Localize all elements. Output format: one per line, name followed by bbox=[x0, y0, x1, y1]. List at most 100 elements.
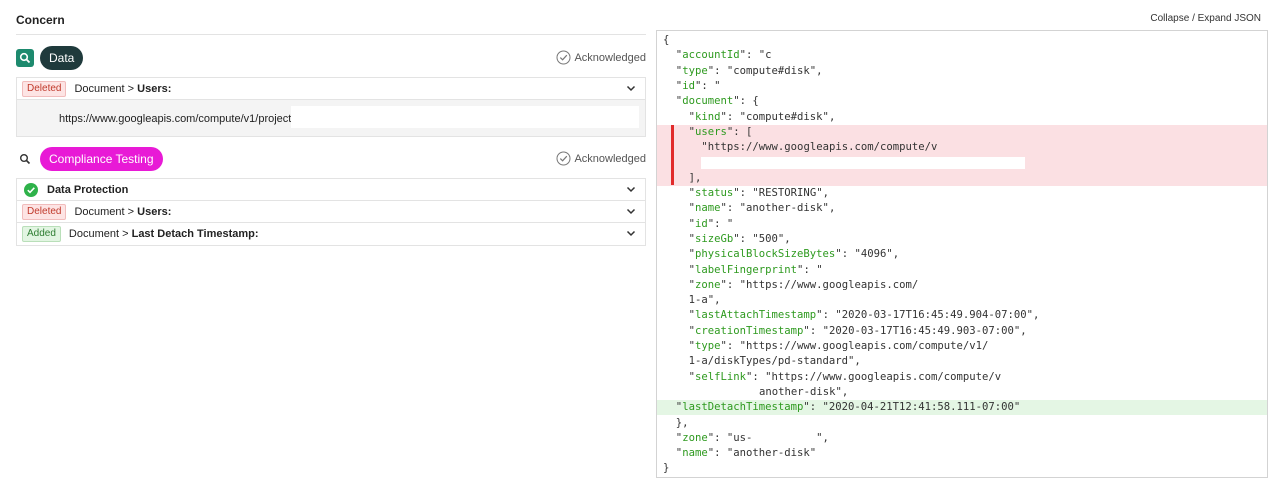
json-value: : "500", bbox=[739, 232, 791, 245]
change-path: Document > bbox=[74, 205, 138, 218]
json-key: zone bbox=[682, 431, 708, 444]
json-line: "sizeGb": "500", bbox=[688, 232, 791, 245]
detail-url: https://www.googleapis.com/compute/v1/pr… bbox=[59, 113, 300, 125]
change-field: Data Protection bbox=[47, 183, 129, 196]
divider bbox=[16, 34, 646, 35]
acknowledged-label: Acknowledged bbox=[574, 51, 646, 64]
json-key: users bbox=[694, 125, 727, 138]
json-value: : "another-disk" bbox=[714, 447, 817, 460]
json-line: }, bbox=[657, 416, 1267, 431]
json-text: 1-a/diskTypes/pd-standard", bbox=[688, 355, 861, 368]
json-line: "name": "another-disk", bbox=[688, 202, 836, 215]
json-value: : "c bbox=[745, 49, 772, 62]
json-key: name bbox=[694, 202, 721, 215]
json-value: : "https://www.googleapis.com/ bbox=[726, 278, 919, 291]
json-key: selfLink bbox=[694, 370, 747, 383]
json-value: : "us- ", bbox=[714, 431, 829, 444]
json-line: "labelFingerprint": " bbox=[688, 263, 823, 276]
search-icon[interactable] bbox=[16, 150, 34, 168]
change-row[interactable]: Data Protection bbox=[17, 179, 645, 201]
chevron-down-icon[interactable] bbox=[625, 82, 637, 94]
json-key: lastAttachTimestamp bbox=[694, 309, 817, 322]
json-value: : "2020-03-17T16:45:49.904-07:00", bbox=[822, 309, 1040, 322]
json-value: : "RESTORING", bbox=[739, 187, 829, 199]
json-key: name bbox=[682, 447, 708, 460]
changes-list-compliance: Data Protection Deleted Document > Users… bbox=[16, 178, 646, 246]
json-line: another-disk", bbox=[657, 385, 1267, 400]
json-key: creationTimestamp bbox=[694, 324, 804, 337]
json-value: : "another-disk", bbox=[726, 202, 836, 215]
acknowledged-toggle[interactable]: Acknowledged bbox=[556, 151, 646, 166]
chevron-down-icon[interactable] bbox=[625, 183, 637, 195]
json-line: "creationTimestamp": "2020-03-17T16:45:4… bbox=[688, 324, 1027, 337]
json-value: : "2020-03-17T16:45:49.903-07:00", bbox=[809, 324, 1027, 337]
json-text: another-disk", bbox=[759, 385, 849, 398]
json-key: labelFingerprint bbox=[694, 263, 798, 276]
category-pill-compliance-testing[interactable]: Compliance Testing bbox=[40, 147, 163, 171]
redacted-area bbox=[291, 106, 639, 128]
section-header-data: Data Acknowledged bbox=[16, 46, 646, 70]
chevron-down-icon[interactable] bbox=[625, 205, 637, 217]
change-row[interactable]: Deleted Document > Users: bbox=[17, 78, 645, 100]
panel-title: Concern bbox=[16, 13, 65, 27]
changes-list-data: Deleted Document > Users: https://www.go… bbox=[16, 77, 646, 137]
json-line: "kind": "compute#disk", bbox=[688, 110, 836, 123]
json-line: "zone": "https://www.googleapis.com/ bbox=[688, 278, 919, 291]
chevron-down-icon[interactable] bbox=[625, 227, 637, 239]
json-key: kind bbox=[694, 110, 721, 123]
json-value: : [ bbox=[733, 125, 753, 138]
json-line: "zone": "us- ", bbox=[675, 431, 829, 444]
json-line: { bbox=[657, 33, 1267, 48]
collapse-expand-json-link[interactable]: Collapse / Expand JSON bbox=[1150, 13, 1261, 24]
change-row[interactable]: Deleted Document > Users: bbox=[17, 201, 645, 223]
json-text: ], bbox=[688, 171, 702, 184]
json-key: document bbox=[682, 95, 734, 108]
json-line: "id": " bbox=[688, 217, 734, 230]
json-value: : " bbox=[803, 263, 823, 276]
json-key: zone bbox=[694, 278, 721, 291]
json-line: "selfLink": "https://www.googleapis.com/… bbox=[688, 370, 1002, 383]
acknowledged-toggle[interactable]: Acknowledged bbox=[556, 50, 646, 65]
change-field: Last Detach Timestamp: bbox=[131, 228, 259, 240]
change-detail: https://www.googleapis.com/compute/v1/pr… bbox=[17, 100, 645, 136]
json-key: type bbox=[682, 64, 708, 77]
json-line: 1-a/diskTypes/pd-standard", bbox=[657, 354, 1267, 369]
redacted-area bbox=[701, 157, 1025, 170]
check-circle-icon bbox=[556, 50, 571, 65]
change-path: Document > bbox=[74, 82, 138, 95]
deleted-badge: Deleted bbox=[22, 80, 67, 97]
json-key: id bbox=[694, 217, 708, 230]
section-header-compliance: Compliance Testing Acknowledged bbox=[16, 147, 646, 171]
added-badge: Added bbox=[22, 226, 61, 242]
json-key: type bbox=[694, 340, 721, 352]
json-text: }, bbox=[675, 416, 689, 429]
json-line: 1-a", bbox=[657, 293, 1267, 308]
json-key: sizeGb bbox=[694, 232, 734, 245]
json-key: physicalBlockSizeBytes bbox=[694, 248, 836, 261]
json-line: } bbox=[657, 461, 1267, 476]
json-value: : " bbox=[701, 79, 721, 92]
json-text: { bbox=[663, 34, 670, 46]
search-icon[interactable] bbox=[16, 49, 34, 67]
json-line-deleted: "https://www.googleapis.com/compute/v bbox=[657, 140, 1267, 156]
deleted-badge: Deleted bbox=[22, 203, 67, 220]
change-row[interactable]: Added Document > Last Detach Timestamp: bbox=[17, 223, 645, 245]
json-key: status bbox=[694, 187, 734, 199]
json-key: accountId bbox=[682, 49, 740, 62]
json-value: : "4096", bbox=[841, 248, 900, 261]
json-value: : "https://www.googleapis.com/compute/v bbox=[752, 370, 1002, 383]
check-circle-filled-icon bbox=[24, 182, 38, 197]
json-line: "name": "another-disk" bbox=[675, 447, 817, 460]
json-line-added: "lastDetachTimestamp": "2020-04-21T12:41… bbox=[657, 400, 1267, 416]
json-line: "type": "https://www.googleapis.com/comp… bbox=[688, 340, 989, 352]
deletion-marker bbox=[671, 125, 674, 185]
check-circle-icon bbox=[556, 151, 571, 166]
json-value: : "compute#disk", bbox=[714, 64, 823, 77]
json-key: lastDetachTimestamp bbox=[682, 401, 804, 414]
category-pill-data[interactable]: Data bbox=[40, 46, 84, 70]
json-line: "physicalBlockSizeBytes": "4096", bbox=[688, 248, 900, 261]
json-text: "https://www.googleapis.com/compute/v bbox=[701, 141, 938, 154]
json-key: id bbox=[682, 79, 695, 92]
json-line: "accountId": "c bbox=[675, 49, 772, 62]
json-value: : { bbox=[739, 95, 759, 108]
